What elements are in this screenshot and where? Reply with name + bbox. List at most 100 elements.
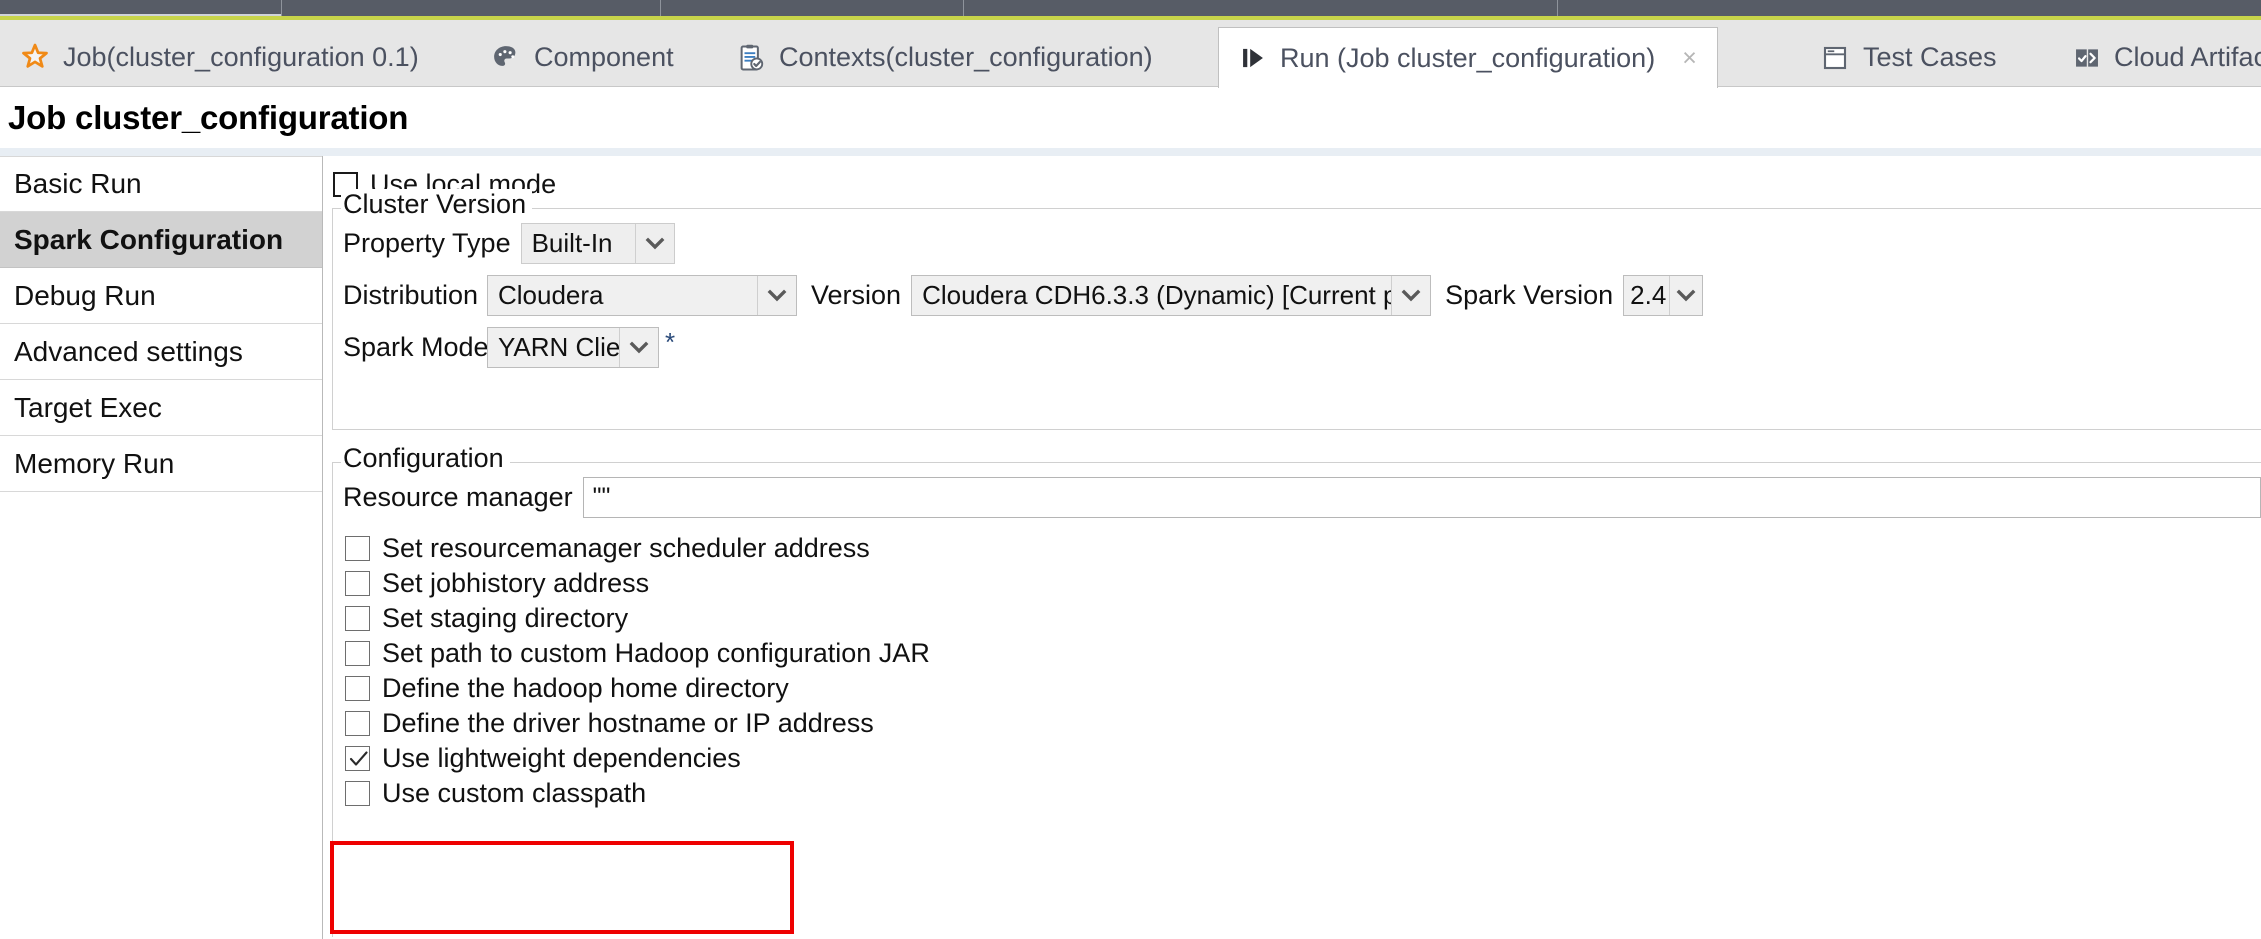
distribution-row: Distribution Cloudera Version Cloudera C… bbox=[343, 275, 1704, 316]
version-label: Version bbox=[811, 280, 902, 310]
sidebar-item-advanced-settings[interactable]: Advanced settings bbox=[0, 324, 322, 380]
checkbox-set-jobhistory-address[interactable]: Set jobhistory address bbox=[345, 568, 649, 599]
content-area: Basic Run Spark Configuration Debug Run … bbox=[0, 156, 2261, 939]
checkbox-label: Use lightweight dependencies bbox=[382, 743, 741, 773]
checkbox-box[interactable] bbox=[345, 571, 370, 596]
spark-mode-value: YARN Client bbox=[498, 332, 619, 362]
run-icon bbox=[1239, 44, 1267, 72]
chrome-separator bbox=[963, 0, 964, 16]
checkbox-box[interactable] bbox=[345, 676, 370, 701]
checkbox-box[interactable] bbox=[345, 536, 370, 561]
page-title-underline bbox=[0, 148, 2261, 156]
tab-label: Test Cases bbox=[1863, 42, 1997, 72]
close-icon[interactable]: × bbox=[1682, 44, 1697, 73]
spark-configuration-panel: Use local mode Cluster Version Property … bbox=[324, 156, 2261, 939]
sidebar-item-basic-run[interactable]: Basic Run bbox=[0, 156, 322, 212]
sidebar-item-memory-run[interactable]: Memory Run bbox=[0, 436, 322, 492]
spark-version-value: 2.4 bbox=[1630, 280, 1667, 310]
page-title: Job cluster_configuration bbox=[0, 88, 2261, 148]
checkbox-label: Define the driver hostname or IP address bbox=[382, 708, 874, 738]
sidebar-item-label: Debug Run bbox=[14, 279, 156, 311]
property-type-label: Property Type bbox=[343, 228, 511, 258]
tab-cloud-artifact[interactable]: Cloud Artifact bbox=[2053, 28, 2261, 87]
sidebar-item-label: Spark Configuration bbox=[14, 223, 284, 255]
configuration-legend: Configuration bbox=[341, 443, 510, 474]
spark-version-select[interactable]: 2.4 bbox=[1623, 275, 1704, 316]
chevron-down-icon bbox=[757, 276, 796, 315]
tab-label: Run (Job cluster_configuration) bbox=[1280, 42, 1656, 73]
property-type-value: Built-In bbox=[531, 228, 613, 258]
checkbox-box[interactable] bbox=[345, 781, 370, 806]
tab-contexts[interactable]: Contexts(cluster_configuration) bbox=[716, 28, 1173, 87]
chevron-down-icon bbox=[1391, 276, 1430, 315]
app-window: Job(cluster_configuration 0.1) Component bbox=[0, 0, 2261, 939]
checkbox-set-path-to-custom-hadoop-configuration-jar[interactable]: Set path to custom Hadoop configuration … bbox=[345, 638, 930, 669]
chevron-down-icon bbox=[619, 328, 658, 367]
cluster-version-group: Cluster Version Property Type Built-In D… bbox=[332, 189, 2261, 430]
clipboard-check-icon bbox=[736, 43, 766, 73]
chrome-separator bbox=[1557, 0, 1558, 16]
tab-job[interactable]: Job(cluster_configuration 0.1) bbox=[0, 28, 439, 87]
checkbox-label: Use custom classpath bbox=[382, 778, 647, 808]
chevron-down-icon bbox=[1669, 276, 1702, 315]
checkbox-box[interactable] bbox=[345, 641, 370, 666]
required-marker: * bbox=[665, 327, 676, 357]
cloud-artifact-icon bbox=[2073, 44, 2101, 72]
editor-tab-bar: Job(cluster_configuration 0.1) Component bbox=[0, 20, 2261, 88]
chrome-separator bbox=[281, 0, 282, 16]
tab-label: Component bbox=[534, 42, 674, 72]
settings-sidebar: Basic Run Spark Configuration Debug Run … bbox=[0, 156, 323, 939]
sidebar-item-label: Target Exec bbox=[14, 391, 162, 423]
checkbox-define-the-hadoop-home-directory[interactable]: Define the hadoop home directory bbox=[345, 673, 789, 704]
sidebar-item-label: Memory Run bbox=[14, 447, 175, 479]
cluster-version-legend: Cluster Version bbox=[341, 189, 533, 220]
checkbox-label: Define the hadoop home directory bbox=[382, 673, 789, 703]
checkbox-box[interactable] bbox=[345, 711, 370, 736]
checkbox-set-resourcemanager-scheduler-address[interactable]: Set resourcemanager scheduler address bbox=[345, 533, 870, 564]
spark-mode-select[interactable]: YARN Client bbox=[487, 327, 659, 368]
window-icon bbox=[1820, 43, 1850, 73]
checkbox-box[interactable] bbox=[345, 606, 370, 631]
checkbox-label: Set resourcemanager scheduler address bbox=[382, 533, 870, 563]
configuration-group: Configuration Resource manager "" Set re… bbox=[332, 443, 2261, 937]
sidebar-item-debug-run[interactable]: Debug Run bbox=[0, 268, 322, 324]
sidebar-item-label: Basic Run bbox=[14, 168, 142, 199]
tab-test-cases[interactable]: Test Cases bbox=[1800, 28, 2017, 87]
distribution-label: Distribution bbox=[343, 280, 479, 310]
resource-manager-row: Resource manager "" bbox=[343, 477, 2261, 518]
chevron-down-icon bbox=[634, 224, 674, 263]
property-type-select[interactable]: Built-In bbox=[520, 223, 675, 264]
checkbox-define-the-driver-hostname-or-ip-address[interactable]: Define the driver hostname or IP address bbox=[345, 708, 874, 739]
property-type-row: Property Type Built-In bbox=[343, 223, 675, 264]
checkbox-use-custom-classpath[interactable]: Use custom classpath bbox=[345, 778, 646, 809]
distribution-select[interactable]: Cloudera bbox=[487, 275, 797, 316]
spark-version-label: Spark Version bbox=[1445, 280, 1614, 310]
tab-label: Cloud Artifact bbox=[2114, 42, 2261, 72]
tab-run[interactable]: Run (Job cluster_configuration) × bbox=[1218, 27, 1718, 88]
tab-label: Job(cluster_configuration 0.1) bbox=[63, 42, 419, 72]
spark-mode-label: Spark Mode bbox=[343, 332, 489, 362]
checkbox-set-staging-directory[interactable]: Set staging directory bbox=[345, 603, 628, 634]
tab-component[interactable]: Component bbox=[471, 28, 694, 87]
window-chrome-strip bbox=[0, 0, 2261, 16]
distribution-value: Cloudera bbox=[498, 280, 604, 310]
tab-label: Contexts(cluster_configuration) bbox=[779, 42, 1153, 72]
checkbox-label: Set path to custom Hadoop configuration … bbox=[382, 638, 930, 668]
resource-manager-label: Resource manager bbox=[343, 482, 573, 512]
palette-icon bbox=[491, 43, 521, 73]
resource-manager-input[interactable]: "" bbox=[582, 477, 2261, 518]
sidebar-item-label: Advanced settings bbox=[14, 335, 243, 367]
check-icon bbox=[349, 751, 368, 766]
checkbox-use-lightweight-dependencies[interactable]: Use lightweight dependencies bbox=[345, 743, 741, 774]
spark-mode-row: Spark Mode YARN Client * bbox=[343, 327, 675, 368]
checkbox-label: Set jobhistory address bbox=[382, 568, 650, 598]
page-title-text: Job cluster_configuration bbox=[8, 99, 409, 136]
checkbox-box[interactable] bbox=[345, 746, 370, 771]
sidebar-item-target-exec[interactable]: Target Exec bbox=[0, 380, 322, 436]
version-select[interactable]: Cloudera CDH6.3.3 (Dynamic) [Current pro… bbox=[911, 275, 1432, 316]
sidebar-item-spark-configuration[interactable]: Spark Configuration bbox=[0, 212, 322, 268]
version-value: Cloudera CDH6.3.3 (Dynamic) [Current pro… bbox=[922, 280, 1392, 310]
chrome-separator bbox=[660, 0, 661, 16]
star-icon bbox=[20, 43, 50, 73]
checkbox-label: Set staging directory bbox=[382, 603, 629, 633]
